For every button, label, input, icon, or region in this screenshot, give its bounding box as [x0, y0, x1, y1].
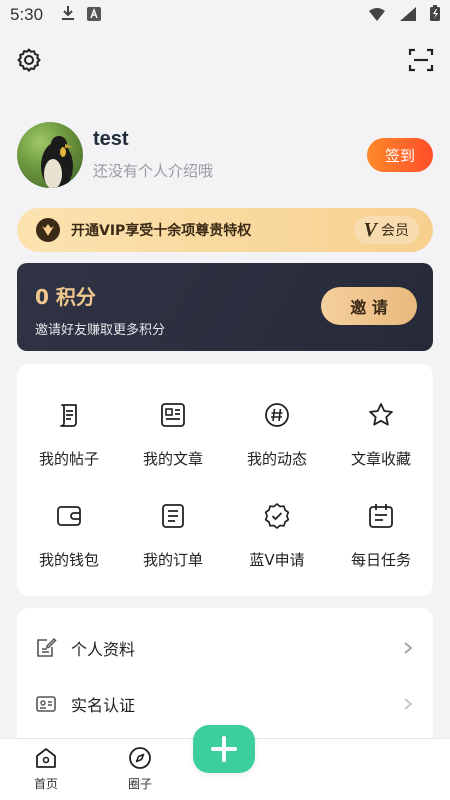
menu-item-label: 蓝V申请: [249, 551, 305, 569]
points-description: 邀请好友赚取更多积分: [35, 323, 166, 338]
vip-crown-icon: [35, 217, 61, 243]
vip-tag-label: 会员: [381, 223, 409, 239]
hashtag-icon: [262, 400, 292, 434]
menu-item-my-moments[interactable]: 我的动态: [225, 384, 329, 485]
signal-icon: [400, 6, 416, 25]
menu-item-blue-v[interactable]: 蓝V申请: [225, 485, 329, 586]
status-bar: 5:30: [0, 0, 450, 30]
menu-item-label: 我的订单: [142, 551, 203, 569]
menu-item-label: 每日任务: [350, 551, 411, 569]
points-value: 0 积分: [35, 285, 96, 309]
nav-item-home[interactable]: 首页: [16, 745, 76, 792]
menu-item-wallet[interactable]: 我的钱包: [17, 485, 121, 586]
vip-banner-text: 开通VIP享受十余项尊贵特权: [71, 223, 252, 239]
menu-item-favorites[interactable]: 文章收藏: [329, 384, 433, 485]
menu-item-my-posts[interactable]: 我的帖子: [17, 384, 121, 485]
battery-icon: [430, 5, 440, 25]
vip-banner[interactable]: 开通VIP享受十余项尊贵特权 V 会员: [17, 208, 433, 252]
calendar-icon: [366, 501, 396, 535]
star-icon: [366, 400, 396, 434]
menu-item-daily-tasks[interactable]: 每日任务: [329, 485, 433, 586]
home-icon: [36, 748, 56, 768]
order-list-icon: [158, 501, 188, 535]
menu-item-my-articles[interactable]: 我的文章: [121, 384, 225, 485]
avatar[interactable]: [17, 122, 83, 188]
menu-item-label: 文章收藏: [350, 450, 411, 468]
verified-badge-icon: [262, 501, 292, 535]
compass-icon: [129, 747, 151, 769]
vip-member-tag: V 会员: [353, 216, 419, 244]
scan-icon[interactable]: [408, 47, 434, 73]
plus-icon: [211, 736, 237, 762]
nav-item-circle[interactable]: 圈子: [110, 745, 170, 792]
menu-item-orders[interactable]: 我的订单: [121, 485, 225, 586]
menu-grid: 我的帖子 我的文章 我的动态 文章收藏 我的钱包 我的订单 蓝V申请 每日任务: [17, 364, 433, 596]
menu-item-label: 我的文章: [142, 450, 203, 468]
wallet-icon: [54, 501, 84, 535]
chevron-right-icon: [404, 642, 413, 654]
bio-text: 还没有个人介绍哦: [93, 162, 214, 180]
list-item-label: 个人资料: [71, 640, 136, 659]
points-card: 0 积分 邀请好友赚取更多积分 邀 请: [17, 263, 433, 351]
list-item-real-name[interactable]: 实名认证: [17, 676, 433, 732]
scroll-icon: [54, 400, 84, 434]
menu-item-label: 我的钱包: [38, 551, 99, 569]
id-card-icon: [36, 696, 56, 712]
list-item-label: 实名认证: [71, 696, 136, 715]
signin-button[interactable]: 签到: [367, 138, 433, 172]
wifi-icon: [368, 6, 386, 25]
text-a-icon: [87, 6, 102, 25]
settings-gear-icon[interactable]: [16, 47, 42, 73]
create-post-button[interactable]: [193, 725, 255, 773]
menu-item-label: 我的帖子: [38, 450, 99, 468]
list-item-profile[interactable]: 个人资料: [17, 620, 433, 676]
chevron-right-icon: [404, 698, 413, 710]
edit-document-icon: [37, 637, 57, 657]
article-icon: [158, 400, 188, 434]
nav-label: 首页: [33, 777, 58, 791]
nav-label: 圈子: [127, 777, 152, 791]
top-actions: [0, 44, 450, 76]
status-time: 5:30: [10, 5, 44, 24]
username: test: [93, 128, 129, 150]
menu-item-label: 我的动态: [246, 450, 307, 468]
bottom-nav: 首页 圈子: [0, 725, 450, 800]
profile-section: test 还没有个人介绍哦 签到: [17, 122, 433, 188]
download-icon: [61, 5, 75, 25]
invite-button[interactable]: 邀 请: [321, 287, 417, 325]
vip-tag-letter: V: [363, 218, 377, 241]
